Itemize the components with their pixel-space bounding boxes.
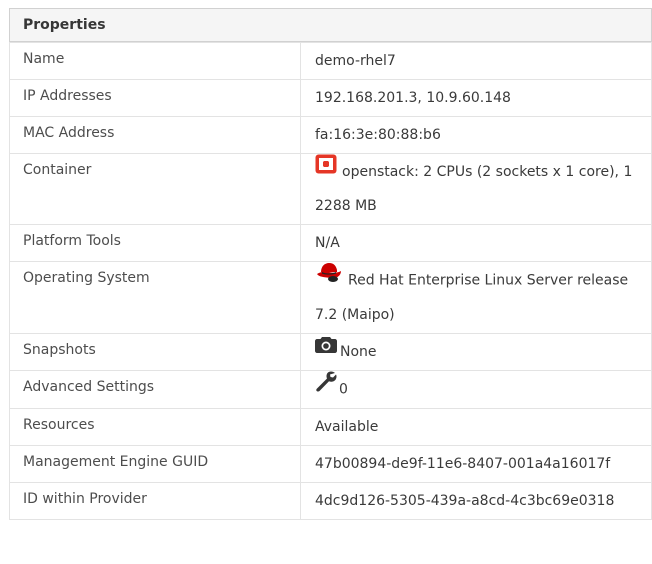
row-value: fa:16:3e:80:88:b6 <box>300 116 652 154</box>
row-label: Container <box>9 153 301 225</box>
table-row-platform-tools: Platform Tools N/A <box>9 224 652 262</box>
openstack-icon <box>315 153 337 187</box>
row-label: MAC Address <box>9 116 301 154</box>
table-row-ip-addresses: IP Addresses 192.168.201.3, 10.9.60.148 <box>9 79 652 117</box>
row-value: 4dc9d126-5305-439a-a8cd-4c3bc69e0318 <box>300 482 652 520</box>
panel-title: Properties <box>9 8 652 42</box>
row-value: demo-rhel7 <box>300 42 652 80</box>
wrench-icon <box>315 370 337 405</box>
row-value: Available <box>300 408 652 446</box>
table-row-container[interactable]: Container openstack: 2 CPUs (2 sockets x… <box>9 153 652 225</box>
table-row-mac-address: MAC Address fa:16:3e:80:88:b6 <box>9 116 652 154</box>
table-row-name: Name demo-rhel7 <box>9 42 652 80</box>
row-label: Resources <box>9 408 301 446</box>
row-label: ID within Provider <box>9 482 301 520</box>
row-label: Management Engine GUID <box>9 445 301 483</box>
table-row-management-engine-guid: Management Engine GUID 47b00894-de9f-11e… <box>9 445 652 483</box>
row-value: 47b00894-de9f-11e6-8407-001a4a16017f <box>300 445 652 483</box>
row-label: IP Addresses <box>9 79 301 117</box>
table-row-operating-system: Operating System Red Hat Enterprise Linu… <box>9 261 652 334</box>
container-text: openstack: 2 CPUs (2 sockets x 1 core), … <box>315 164 633 214</box>
row-value-snapshots[interactable]: None <box>300 333 652 371</box>
row-value-container[interactable]: openstack: 2 CPUs (2 sockets x 1 core), … <box>300 153 652 225</box>
row-label: Advanced Settings <box>9 370 301 409</box>
redhat-icon <box>315 261 343 296</box>
advanced-settings-count: 0 <box>339 381 348 398</box>
row-label: Name <box>9 42 301 80</box>
table-row-snapshots[interactable]: Snapshots None <box>9 333 652 371</box>
row-value: N/A <box>300 224 652 262</box>
table-row-resources: Resources Available <box>9 408 652 446</box>
row-label: Snapshots <box>9 333 301 371</box>
row-label: Operating System <box>9 261 301 334</box>
properties-table: Name demo-rhel7 IP Addresses 192.168.201… <box>9 42 652 520</box>
row-label: Platform Tools <box>9 224 301 262</box>
os-text: Red Hat Enterprise Linux Server release … <box>315 272 629 324</box>
row-value-os: Red Hat Enterprise Linux Server release … <box>300 261 652 334</box>
row-value: 192.168.201.3, 10.9.60.148 <box>300 79 652 117</box>
camera-icon <box>315 333 337 367</box>
properties-panel: Properties Name demo-rhel7 IP Addresses … <box>9 8 652 520</box>
table-row-id-within-provider: ID within Provider 4dc9d126-5305-439a-a8… <box>9 482 652 520</box>
snapshots-text: None <box>340 344 377 360</box>
table-row-advanced-settings[interactable]: Advanced Settings 0 <box>9 370 652 409</box>
row-value-advanced-settings[interactable]: 0 <box>300 370 652 409</box>
